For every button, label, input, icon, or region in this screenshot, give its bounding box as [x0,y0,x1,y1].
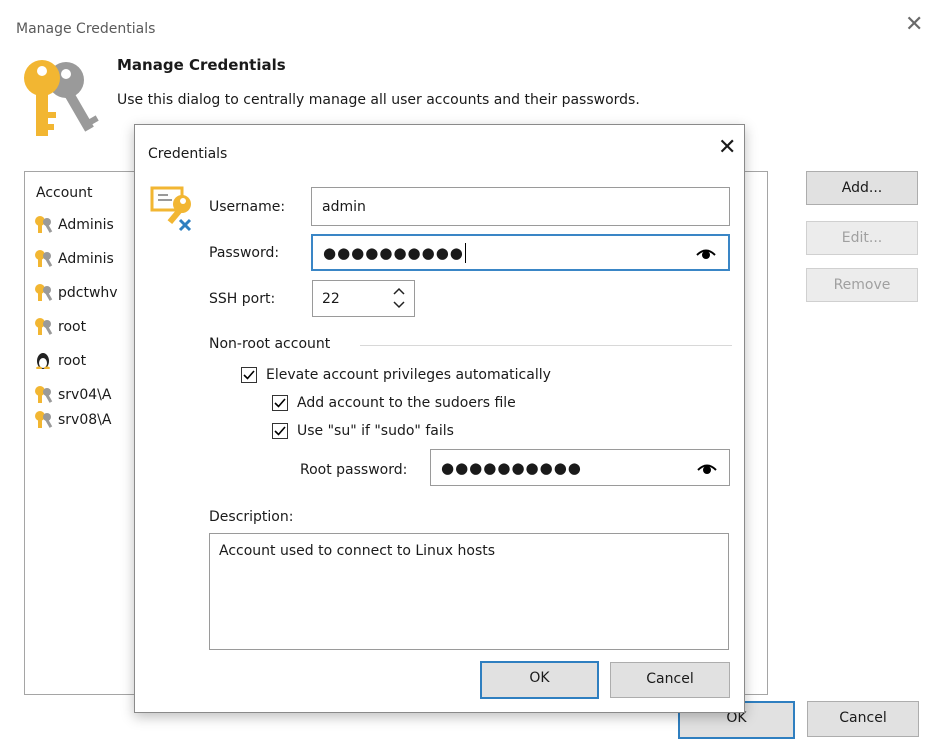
text-caret [464,242,466,263]
account-label: Adminis [58,251,114,267]
key-icon [35,250,53,267]
non-root-group-label: Non-root account [209,336,331,352]
window-title: Manage Credentials [16,21,156,37]
account-column-header[interactable]: Account [36,185,93,201]
root-password-label: Root password: [300,462,408,478]
ssh-port-label: SSH port: [209,291,276,307]
check-icon [274,398,286,408]
list-item[interactable]: root [34,351,134,373]
ssh-port-value: 22 [322,290,340,307]
remove-button[interactable]: Remove [806,268,918,302]
account-label: srv04\A [58,387,112,403]
list-item[interactable]: Adminis [34,249,134,271]
list-item[interactable]: pdctwhv [34,283,134,305]
account-label: pdctwhv [58,285,118,301]
use-su-label: Use "su" if "sudo" fails [297,423,454,439]
password-input[interactable]: ●●●●●●●●●● [311,234,730,271]
checkbox-box[interactable] [272,395,288,411]
description-textarea[interactable]: Account used to connect to Linux hosts [209,533,729,650]
window-close-button[interactable]: ✕ [905,14,923,36]
page-subtitle: Use this dialog to centrally manage all … [117,92,640,108]
root-password-input[interactable]: ●●●●●●●●●● [430,449,730,486]
root-password-value: ●●●●●●●●●● [441,458,582,477]
show-password-icon[interactable] [696,246,716,260]
list-item[interactable]: root [34,317,134,339]
ssh-port-stepper[interactable]: 22 [312,280,415,317]
add-button[interactable]: Add... [806,171,918,205]
add-to-sudoers-label: Add account to the sudoers file [297,395,516,411]
checkbox-box[interactable] [272,423,288,439]
password-value: ●●●●●●●●●● [323,243,464,262]
password-label: Password: [209,245,280,261]
key-icon [35,216,53,233]
key-icon [35,284,53,301]
outer-cancel-button[interactable]: Cancel [807,701,919,737]
use-su-checkbox[interactable]: Use "su" if "sudo" fails [272,423,454,439]
dialog-title: Credentials [148,146,228,162]
list-item[interactable]: Adminis [34,215,134,237]
linux-penguin-icon [36,353,50,369]
edit-button[interactable]: Edit... [806,221,918,255]
page-heading: Manage Credentials [117,56,286,74]
username-label: Username: [209,199,286,215]
check-icon [274,426,286,436]
cancel-button[interactable]: Cancel [610,662,730,698]
key-icon [35,411,53,428]
elevate-privileges-label: Elevate account privileges automatically [266,367,551,383]
spinner-up-down-icon[interactable] [392,285,406,311]
credentials-icon [150,186,192,232]
ok-button[interactable]: OK [480,661,599,699]
key-icon [35,386,53,403]
elevate-privileges-checkbox[interactable]: Elevate account privileges automatically [241,367,551,383]
add-to-sudoers-checkbox[interactable]: Add account to the sudoers file [272,395,516,411]
account-label: Adminis [58,217,114,233]
description-label: Description: [209,509,294,525]
account-label: root [58,353,87,369]
account-label: srv08\A [58,412,112,428]
username-input[interactable]: admin [311,187,730,226]
checkbox-box[interactable] [241,367,257,383]
group-divider [360,345,732,346]
key-icon [35,318,53,335]
show-password-icon[interactable] [697,461,717,475]
list-item[interactable]: srv08\A [34,410,134,432]
account-label: root [58,319,87,335]
keys-icon [24,60,99,136]
dialog-close-button[interactable]: ✕ [718,137,736,159]
username-value: admin [322,198,366,215]
check-icon [243,370,255,380]
list-item[interactable]: srv04\A [34,385,134,407]
